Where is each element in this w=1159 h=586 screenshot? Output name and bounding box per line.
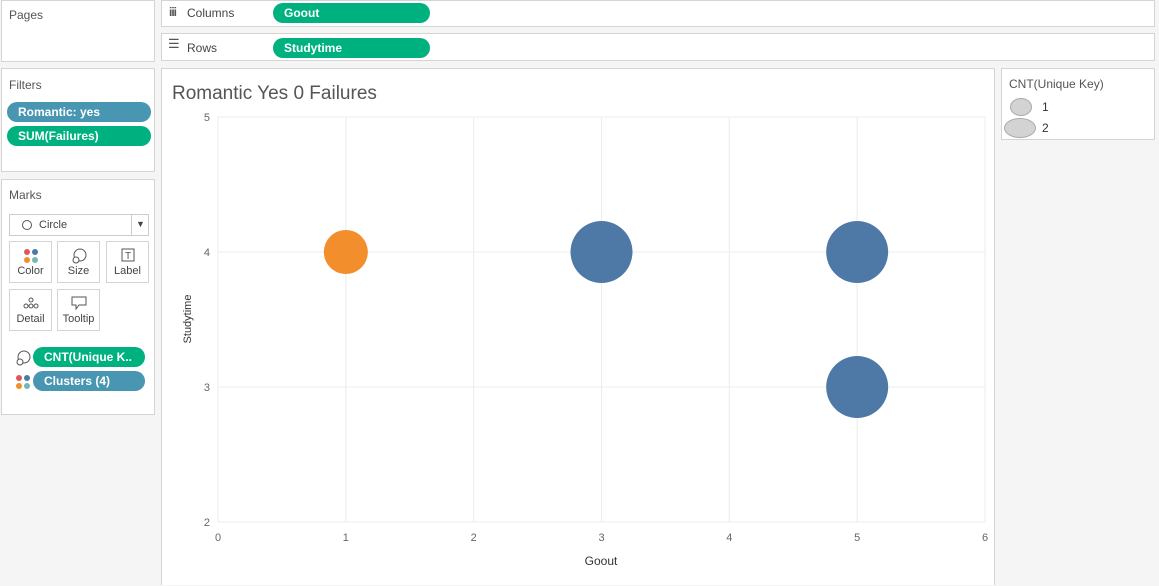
detail-label: Detail <box>16 313 45 325</box>
y-tick-label: 4 <box>204 247 210 259</box>
chart-grid <box>217 116 986 523</box>
marks-panel: Marks Circle ▼ Color Size T Label Detail <box>1 179 155 415</box>
scatter-point[interactable] <box>323 230 368 274</box>
x-tick-label: 5 <box>854 532 860 544</box>
chevron-down-icon: ▼ <box>136 219 145 229</box>
legend-item-label: 1 <box>1042 100 1049 114</box>
filter-pill-failures[interactable]: SUM(Failures) <box>7 126 151 146</box>
scatter-point[interactable] <box>826 221 889 283</box>
rows-shelf[interactable]: ☰ Rows Studytime <box>161 33 1155 61</box>
x-tick-label: 0 <box>215 532 221 544</box>
y-axis-ticks: 2 3 4 5 <box>204 112 210 529</box>
label-button[interactable]: T Label <box>106 241 149 283</box>
scatter-chart[interactable]: 0 1 2 3 4 5 6 2 3 4 5 Goout Studytime <box>162 69 994 586</box>
y-axis-label: Studytime <box>182 295 194 344</box>
y-tick-label: 2 <box>204 517 210 529</box>
size-icon <box>72 248 86 264</box>
rows-pill-studytime[interactable]: Studytime <box>273 38 430 58</box>
x-axis-ticks: 0 1 2 3 4 5 6 <box>215 532 988 544</box>
legend-title: CNT(Unique Key) <box>1009 77 1104 91</box>
filters-title: Filters <box>9 78 42 92</box>
columns-shelf[interactable]: iii Columns Goout <box>161 0 1155 27</box>
pages-title: Pages <box>9 8 44 22</box>
size-field-icon <box>16 350 31 366</box>
x-axis-label: Goout <box>585 554 618 568</box>
sheet-area: Romantic Yes 0 Failures 0123456 2345 Goo… <box>161 68 995 585</box>
marks-pill-clusters[interactable]: Clusters (4) <box>33 371 145 391</box>
detail-icon <box>23 297 38 309</box>
columns-pill-goout[interactable]: Goout <box>273 3 430 23</box>
size-label: Size <box>67 265 90 277</box>
size-button[interactable]: Size <box>57 241 100 283</box>
x-tick-label: 4 <box>726 532 732 544</box>
pages-panel: Pages <box>1 0 155 62</box>
filter-pill-romantic[interactable]: Romantic: yes <box>7 102 151 122</box>
x-tick-label: 3 <box>598 532 604 544</box>
rows-icon: ☰ <box>168 36 180 51</box>
legend-item[interactable]: 2 <box>1002 118 1154 138</box>
size-legend: CNT(Unique Key) 1 2 <box>1001 68 1155 140</box>
marks-title: Marks <box>9 188 42 202</box>
detail-button[interactable]: Detail <box>9 289 52 331</box>
marks-pill-cnt[interactable]: CNT(Unique K.. <box>33 347 145 367</box>
dropdown-divider <box>131 215 132 235</box>
columns-icon: iii <box>169 5 177 19</box>
circle-icon <box>22 220 32 230</box>
filters-panel: Filters Romantic: yes SUM(Failures) <box>1 68 155 172</box>
tooltip-icon <box>71 296 86 310</box>
tooltip-button[interactable]: Tooltip <box>57 289 100 331</box>
x-tick-label: 6 <box>982 532 988 544</box>
svg-text:T: T <box>124 251 130 262</box>
x-tick-label: 2 <box>471 532 477 544</box>
scatter-point[interactable] <box>826 356 889 418</box>
legend-small-circle <box>1010 98 1032 116</box>
scatter-point[interactable] <box>570 221 633 283</box>
legend-item[interactable]: 1 <box>1002 97 1154 117</box>
legend-large-circle <box>1004 118 1036 138</box>
legend-item-label: 2 <box>1042 121 1049 135</box>
mark-type-label: Circle <box>39 219 68 231</box>
y-tick-label: 3 <box>204 382 210 394</box>
mark-type-dropdown[interactable]: Circle ▼ <box>9 214 149 236</box>
x-tick-label: 1 <box>343 532 349 544</box>
rows-label: Rows <box>187 41 218 55</box>
color-label: Color <box>17 265 44 277</box>
color-button[interactable]: Color <box>9 241 52 283</box>
tooltip-label: Tooltip <box>62 313 95 325</box>
label-label: Label <box>114 265 141 277</box>
y-tick-label: 5 <box>204 112 210 124</box>
columns-label: Columns <box>187 6 235 20</box>
text-label-icon: T <box>121 248 134 262</box>
color-field-icon <box>16 375 30 389</box>
color-icon <box>23 249 38 263</box>
